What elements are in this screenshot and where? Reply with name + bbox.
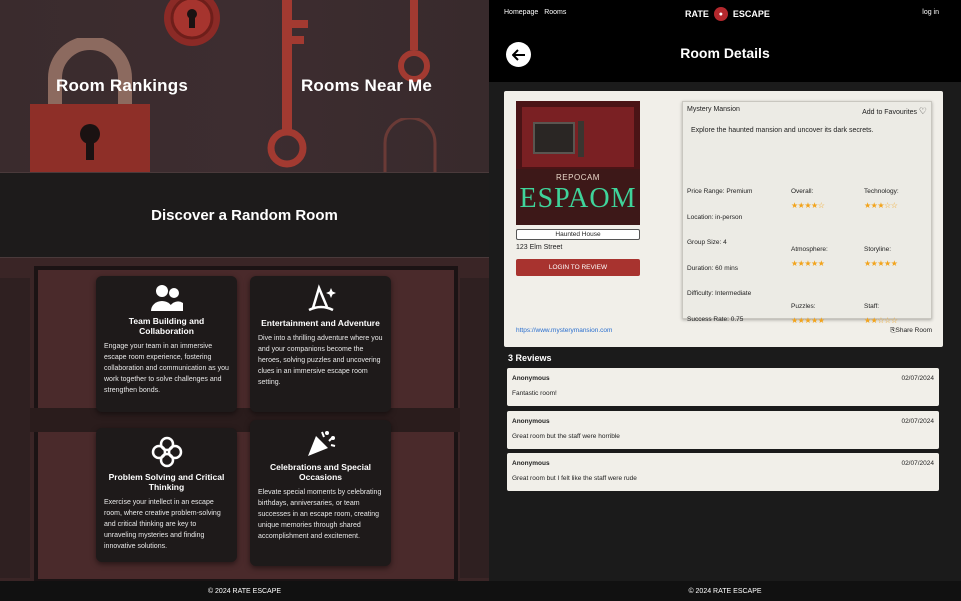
feature-title: Team Building and Collaboration bbox=[128, 316, 205, 336]
hero-section: Room Rankings Rooms Near Me bbox=[0, 0, 489, 172]
room-description: Explore the haunted mansion and uncover … bbox=[691, 127, 874, 134]
brand-text-right: ESCAPE bbox=[732, 9, 770, 19]
rooms-near-me-label: Rooms Near Me bbox=[300, 76, 433, 95]
footer-text: © 2024 RATE ESCAPE bbox=[688, 587, 762, 595]
share-room-button[interactable]: ⎘Share Room bbox=[890, 327, 932, 335]
review-item: Anonymous 02/07/2024 Great room but the … bbox=[507, 411, 939, 449]
feature-card-team: Team Building and Collaboration Engage y… bbox=[96, 276, 237, 412]
login-link[interactable]: log in bbox=[922, 9, 939, 16]
room-address: 123 Elm Street bbox=[516, 244, 563, 251]
nav-homepage-link[interactable]: Homepage bbox=[504, 9, 538, 16]
cover-title-text: ESPAOM bbox=[519, 183, 637, 214]
room-name: Mystery Mansion bbox=[687, 106, 740, 113]
difficulty: Difficulty: Intermediate bbox=[687, 290, 752, 297]
nav-rooms-link[interactable]: Rooms bbox=[544, 9, 566, 16]
rating-label: Storyline: bbox=[864, 246, 892, 253]
rating-label: Puzzles: bbox=[791, 303, 816, 310]
review-date: 02/07/2024 bbox=[901, 418, 934, 425]
page-title: Room Details bbox=[680, 45, 770, 61]
random-room-button[interactable]: Discover a Random Room bbox=[0, 172, 489, 258]
feature-title: Entertainment and Adventure bbox=[261, 318, 380, 328]
star-rating: ★★★★★ bbox=[791, 316, 825, 325]
feature-text: Engage your team in an immersive escape … bbox=[104, 343, 229, 394]
feature-card-problem-solving: Problem Solving and Critical Thinking Ex… bbox=[96, 428, 237, 562]
feature-card-entertainment: Entertainment and Adventure Dive into a … bbox=[250, 276, 391, 412]
brand-text-left: RATE bbox=[685, 9, 709, 19]
random-room-label: Discover a Random Room bbox=[151, 206, 338, 224]
location: Location: in-person bbox=[687, 214, 743, 221]
star-rating: ★★★★★ bbox=[791, 259, 825, 268]
rating-label: Staff: bbox=[864, 303, 880, 310]
genre-badge: Haunted House bbox=[516, 229, 640, 240]
rating-atmosphere: Atmosphere: ★★★★★ bbox=[791, 246, 828, 268]
star-rating: ★★★☆☆ bbox=[864, 201, 898, 210]
room-panel: REPOCAM ESPAOM Haunted House 123 Elm Str… bbox=[504, 91, 943, 347]
wizard-hat-icon bbox=[307, 284, 336, 312]
review-author: Anonymous bbox=[512, 460, 550, 467]
chest-background bbox=[0, 266, 489, 581]
review-date: 02/07/2024 bbox=[901, 375, 934, 382]
review-text: Great room but the staff were horrible bbox=[512, 433, 620, 440]
star-rating: ★★★★☆ bbox=[791, 201, 825, 210]
keyhole-logo-icon: ● bbox=[713, 7, 728, 21]
footer-text: © 2024 RATE ESCAPE bbox=[207, 587, 282, 595]
room-details-pane: Homepage Rooms RATE ● ESCAPE log in Room… bbox=[489, 0, 961, 601]
party-popper-icon bbox=[307, 431, 335, 456]
share-label: Share Room bbox=[895, 327, 933, 334]
star-rating: ★★☆☆☆ bbox=[864, 316, 898, 325]
room-rankings-link[interactable]: Room Rankings bbox=[0, 0, 244, 172]
users-icon bbox=[150, 285, 183, 311]
rooms-near-me-link[interactable]: Rooms Near Me bbox=[244, 0, 489, 172]
review-author: Anonymous bbox=[512, 375, 550, 382]
rating-storyline: Storyline: ★★★★★ bbox=[864, 246, 898, 268]
group-size: Group Size: 4 bbox=[687, 239, 727, 246]
feature-text: Dive into a thrilling adventure where yo… bbox=[258, 335, 383, 386]
top-nav: Homepage Rooms RATE ● ESCAPE log in bbox=[489, 0, 961, 28]
home-pane: Room Rankings Rooms Near Me Discover a R… bbox=[0, 0, 489, 601]
cover-top-text: REPOCAM bbox=[556, 173, 600, 182]
price-range: Price Range: Premium bbox=[687, 188, 753, 195]
rating-technology: Technology: ★★★☆☆ bbox=[864, 188, 899, 210]
rating-puzzles: Puzzles: ★★★★★ bbox=[791, 303, 825, 325]
footer: © 2024 RATE ESCAPE bbox=[489, 581, 961, 601]
feature-text: Exercise your intellect in an escape roo… bbox=[104, 499, 221, 550]
footer: © 2024 RATE ESCAPE bbox=[0, 581, 489, 601]
feature-card-celebrations: Celebrations and Special Occasions Eleva… bbox=[250, 420, 391, 566]
room-website-link[interactable]: https://www.mysterymansion.com bbox=[516, 327, 612, 334]
rating-staff: Staff: ★★☆☆☆ bbox=[864, 303, 898, 325]
rating-overall: Overall: ★★★★☆ bbox=[791, 188, 825, 210]
feature-title: Celebrations and Special Occasions bbox=[269, 462, 372, 482]
feature-text: Elevate special moments by celebrating b… bbox=[258, 489, 382, 540]
features-section: Team Building and Collaboration Engage y… bbox=[0, 258, 489, 581]
review-item: Anonymous 02/07/2024 Great room but I fe… bbox=[507, 453, 939, 491]
duration: Duration: 60 mins bbox=[687, 265, 738, 272]
room-rankings-label: Room Rankings bbox=[55, 76, 188, 95]
puzzle-icon bbox=[151, 436, 182, 468]
review-text: Great room but I felt like the staff wer… bbox=[512, 475, 637, 482]
brand-logo[interactable]: RATE ● ESCAPE bbox=[685, 7, 770, 21]
login-to-review-button[interactable]: LOGIN TO REVIEW bbox=[516, 259, 640, 276]
rating-label: Atmosphere: bbox=[791, 246, 828, 253]
review-date: 02/07/2024 bbox=[901, 460, 934, 467]
feature-title: Problem Solving and Critical Thinking bbox=[108, 472, 225, 492]
room-cover-image: REPOCAM ESPAOM bbox=[516, 101, 640, 225]
favourite-label: Add to Favourites bbox=[862, 109, 917, 116]
star-rating: ★★★★★ bbox=[864, 259, 898, 268]
heart-icon: ♡ bbox=[918, 106, 927, 116]
rating-label: Overall: bbox=[791, 188, 814, 195]
review-text: Fantastic room! bbox=[512, 390, 557, 397]
review-item: Anonymous 02/07/2024 Fantastic room! bbox=[507, 368, 939, 406]
success-rate: Success Rate: 0.75 bbox=[687, 316, 744, 323]
title-bar: Room Details bbox=[489, 28, 961, 82]
room-info-card: Mystery Mansion Add to Favourites ♡ Expl… bbox=[682, 101, 932, 325]
rating-label: Technology: bbox=[864, 188, 899, 195]
review-author: Anonymous bbox=[512, 418, 550, 425]
reviews-heading: 3 Reviews bbox=[508, 353, 552, 363]
add-to-favourites-button[interactable]: Add to Favourites ♡ bbox=[862, 106, 927, 117]
